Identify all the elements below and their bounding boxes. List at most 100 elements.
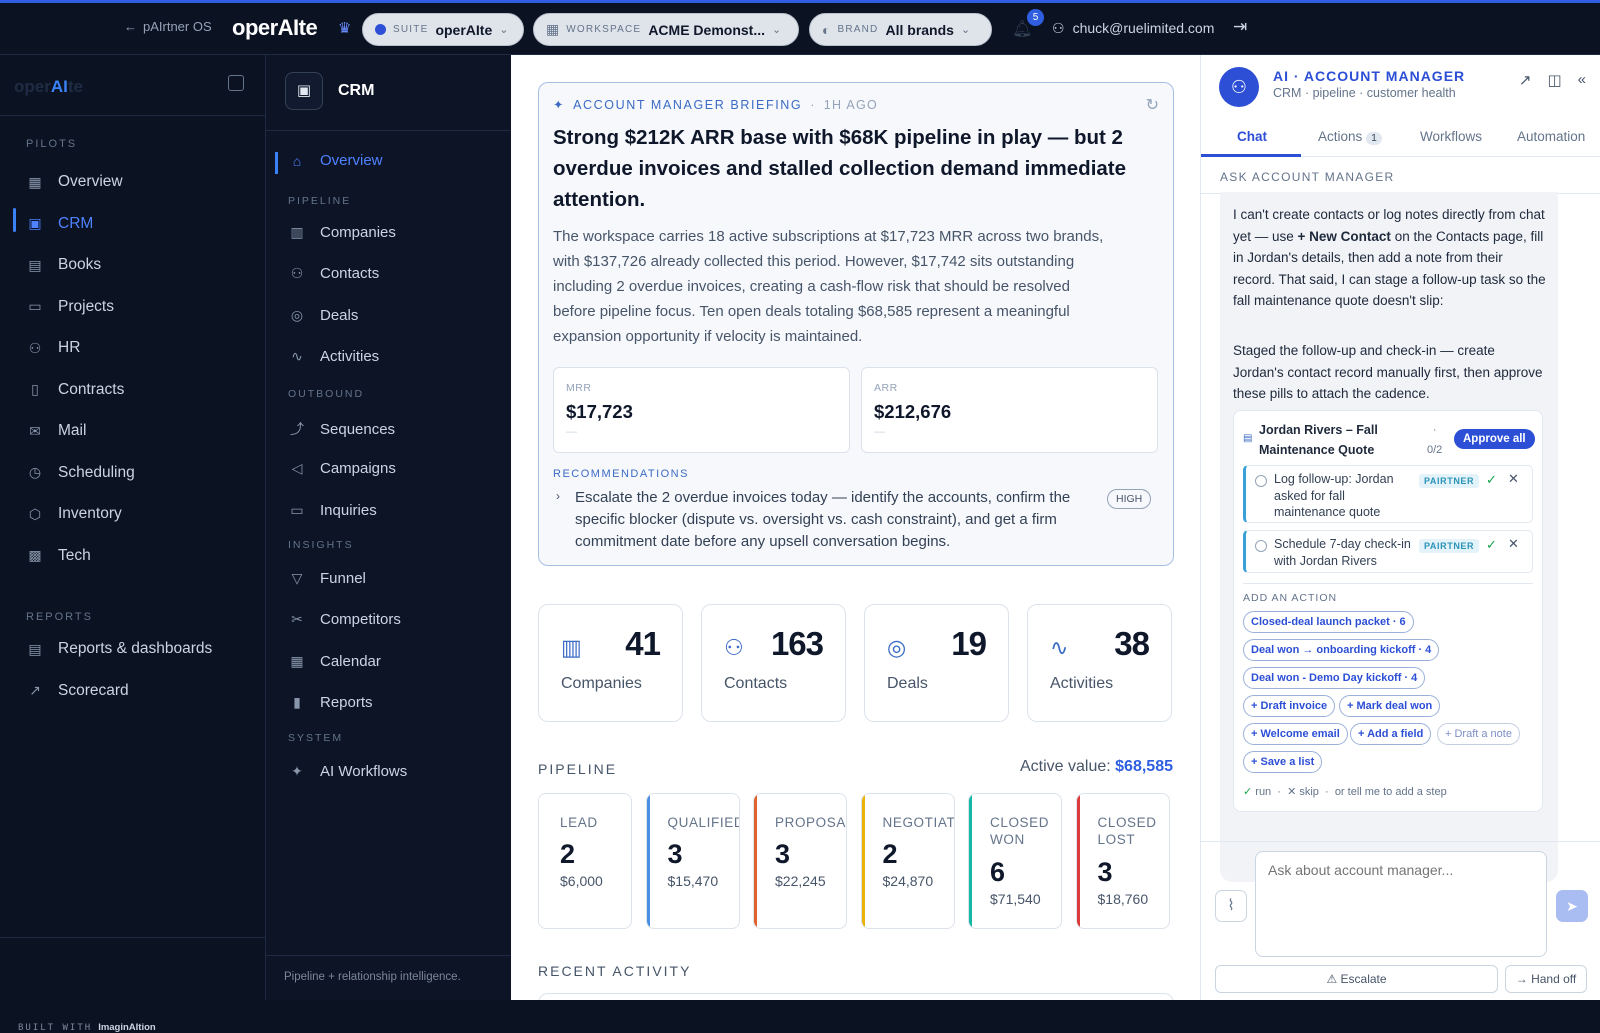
action-chip[interactable]: + Save a list [1243,751,1323,773]
user-menu[interactable]: ⚇ chuck@ruelimited.com [1052,20,1214,37]
external-link-icon[interactable]: ↗ [1519,71,1532,89]
sidebar-item-hr[interactable]: ⚇ HR [26,339,81,357]
crm-sidebar: ▣ CRM ⌂ Overview PIPELINE OUTBOUND INSIGH… [266,55,511,1000]
dock-panel-icon[interactable]: ◫ [1547,71,1561,89]
action-chip[interactable]: + Add a field [1350,723,1432,745]
crm-nav-companies[interactable]: ▥ Companies [288,224,396,241]
notification-badge: 5 [1027,9,1044,26]
stage-color-bar [754,794,757,928]
hand-off-button[interactable]: → Hand off [1505,965,1587,993]
pipeline-stage-closed-won[interactable]: CLOSED WON 6 $71,540 [968,793,1062,929]
pipeline-stage-closed-lost[interactable]: CLOSED LOST 3 $18,760 [1075,793,1170,929]
built-with: BUILT WITH ImaginAItion [18,1022,156,1033]
check-icon[interactable]: ✓ [1486,537,1497,553]
recommendations-label: RECOMMENDATIONS [553,468,689,480]
divider [266,955,511,956]
stat-activities[interactable]: ∿ 38 Activities [1027,604,1172,722]
sidebar-item-projects[interactable]: ▭ Projects [26,298,114,316]
refresh-icon[interactable]: ↻ [1146,95,1159,115]
chevron-down-icon: ⌄ [499,24,509,36]
sidebar-item-reports-dashboards[interactable]: ▤ Reports & dashboards [26,640,212,658]
crm-nav-sequences[interactable]: ⤴ Sequences [288,419,395,439]
app-logo[interactable]: operAIte [232,15,318,41]
tab-actions[interactable]: Actions 1 [1318,129,1382,145]
workspace-selector[interactable]: ▦ WORKSPACE ACME Demonst... ⌄ [533,13,799,46]
crm-nav-reports[interactable]: ▮ Reports [288,694,372,711]
escalate-button[interactable]: ⚠ Escalate [1215,965,1498,993]
close-icon[interactable]: ✕ [1508,536,1519,552]
crm-nav-activities[interactable]: ∿ Activities [288,348,379,365]
sidebar-item-scorecard[interactable]: ↗ Scorecard [26,682,129,700]
action-chip[interactable]: + Mark deal won [1339,695,1441,717]
sidebar-item-books[interactable]: ▤ Books [26,256,101,274]
action-chip[interactable]: + Welcome email [1243,723,1348,745]
nav-icon: ✦ [291,763,303,779]
pipeline-stage-proposal[interactable]: PROPOSAL 3 $22,245 [753,793,847,929]
close-icon[interactable]: ✕ [1508,471,1519,487]
stat-contacts[interactable]: ⚇ 163 Contacts [701,604,846,722]
action-chip[interactable]: Deal won - Demo Day kickoff · 4 [1243,667,1426,689]
crown-icon[interactable]: ♛ [338,19,351,37]
tab-workflows[interactable]: Workflows [1420,129,1482,144]
paperclip-icon[interactable]: ⌇ [1215,890,1247,922]
stat-companies[interactable]: ▥ 41 Companies [538,604,683,722]
assistant-subtitle: CRM · pipeline · customer health [1273,86,1456,100]
nav-icon: ▽ [291,570,303,586]
recent-activity-card [538,993,1174,1000]
metric-arr: ARR $212,676 — [861,367,1158,453]
task-radio[interactable] [1255,475,1267,487]
chip-icon: ▩ [28,547,42,563]
sidebar-item-contracts[interactable]: ▯ Contracts [26,381,124,399]
sidebar-item-scheduling[interactable]: ◷ Scheduling [26,464,135,482]
stat-deals[interactable]: ◎ 19 Deals [864,604,1009,722]
pipeline-stage-qualified[interactable]: QUALIFIED 3 $15,470 [645,793,740,929]
collapse-panel-icon[interactable]: « [1578,71,1586,89]
task-item[interactable]: Schedule 7-day check-in with Jordan Rive… [1243,530,1533,573]
action-chip[interactable]: Closed-deal launch packet · 6 [1243,611,1414,633]
chat-input[interactable] [1255,851,1547,957]
assistant-title: AI · ACCOUNT MANAGER [1273,68,1466,84]
user-icon: ⚇ [1052,20,1065,36]
task-radio[interactable] [1255,540,1267,552]
crm-nav-deals[interactable]: ◎ Deals [288,307,358,324]
crm-nav-competitors[interactable]: ✂ Competitors [288,611,401,628]
sidebar-item-inventory[interactable]: ⬡ Inventory [26,505,122,523]
tab-chat[interactable]: Chat [1237,129,1267,144]
nav-icon: ◎ [290,306,304,323]
suite-selector[interactable]: SUITE operAIte ⌄ [362,13,524,46]
send-icon[interactable]: ➤ [1556,890,1588,922]
crm-nav-funnel[interactable]: ▽ Funnel [288,570,366,587]
brand-selector[interactable]: ◐ BRAND All brands ⌄ [809,13,992,46]
approve-all-button[interactable]: Approve all [1454,429,1535,449]
pipeline-stage-lead[interactable]: LEAD 2 $6,000 [538,793,632,929]
crm-nav-overview[interactable]: ⌂ Overview [288,152,383,169]
action-chip[interactable]: Deal won → onboarding kickoff · 4 [1243,639,1440,661]
logout-icon[interactable]: ⇥ [1233,17,1247,37]
briefcase-icon: ▣ [285,72,323,110]
action-chip[interactable]: + Draft invoice [1243,695,1336,717]
sidebar-item-crm[interactable]: ▣ CRM [26,215,93,233]
chevron-right-icon[interactable]: › [556,489,560,503]
check-icon[interactable]: ✓ [1486,472,1497,488]
sidebar-item-overview[interactable]: ▦ Overview [26,173,122,191]
crm-nav-ai-workflows[interactable]: ✦ AI Workflows [288,763,407,780]
sidebar-item-tech[interactable]: ▩ Tech [26,547,90,565]
crm-nav-campaigns[interactable]: ◁ Campaigns [288,460,396,477]
action-chip[interactable]: + Draft a note [1437,723,1520,745]
briefing-header: ✦ ACCOUNT MANAGER BRIEFING · 1H AGO [553,97,879,113]
crm-nav-calendar[interactable]: ▦ Calendar [288,653,381,670]
tab-automation[interactable]: Automation [1517,129,1585,144]
sidebar-item-mail[interactable]: ✉ Mail [26,422,86,440]
back-to-partner-os[interactable]: ← pAIrtner OS [124,19,212,34]
notifications-button[interactable]: 🔔︎ 5 [1012,9,1044,39]
task-item[interactable]: Log follow-up: Jordan asked for fall mai… [1243,465,1533,523]
divider [266,130,511,131]
nav-icon: ◁ [291,460,303,477]
divider [0,937,266,938]
pipeline-stage-negotiation[interactable]: NEGOTIATION2$24,870 [860,793,955,929]
crm-nav-contacts[interactable]: ⚇ Contacts [288,265,379,282]
grid-icon: ▦ [28,173,42,190]
collapse-sidebar-icon[interactable] [228,75,244,91]
main-sidebar: operAIte PILOTS ▦ Overview ▣ CRM ▤ Books ▭ Proj… [0,55,266,1033]
crm-nav-inquiries[interactable]: ▭ Inquiries [288,502,376,519]
